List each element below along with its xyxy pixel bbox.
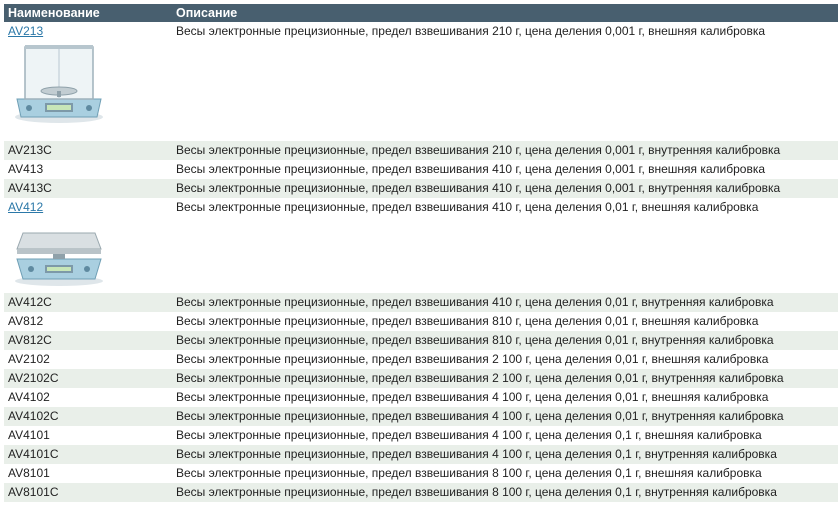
table-row: AV412 Весы электронные прецизионные, пре… bbox=[4, 198, 838, 293]
table-row: AV4102C Весы электронные прецизионные, п… bbox=[4, 407, 838, 426]
product-table: Наименование Описание AV213 Весы электро… bbox=[4, 4, 838, 502]
row-description: Весы электронные прецизионные, предел вз… bbox=[176, 409, 784, 423]
row-description: Весы электронные прецизионные, предел вз… bbox=[176, 485, 777, 499]
row-description: Весы электронные прецизионные, предел вз… bbox=[176, 295, 774, 309]
table-row: AV4102 Весы электронные прецизионные, пр… bbox=[4, 388, 838, 407]
row-description: Весы электронные прецизионные, предел вз… bbox=[176, 447, 777, 461]
table-row: AV812C Весы электронные прецизионные, пр… bbox=[4, 331, 838, 350]
row-description: Весы электронные прецизионные, предел вз… bbox=[176, 333, 774, 347]
row-name: AV2102C bbox=[8, 371, 59, 385]
row-description: Весы электронные прецизионные, предел вз… bbox=[176, 162, 766, 176]
row-name: AV413 bbox=[8, 162, 44, 176]
row-name: AV412C bbox=[8, 295, 52, 309]
row-description: Весы электронные прецизионные, предел вз… bbox=[176, 390, 769, 404]
row-description: Весы электронные прецизионные, предел вз… bbox=[176, 200, 759, 214]
row-description: Весы электронные прецизионные, предел вз… bbox=[176, 314, 759, 328]
table-row: AV2102 Весы электронные прецизионные, пр… bbox=[4, 350, 838, 369]
row-description: Весы электронные прецизионные, предел вз… bbox=[176, 466, 762, 480]
product-link-av412[interactable]: AV412 bbox=[8, 200, 43, 214]
row-name: AV4101C bbox=[8, 447, 59, 461]
row-name: AV413C bbox=[8, 181, 52, 195]
row-name: AV4102C bbox=[8, 409, 59, 423]
table-row: AV812 Весы электронные прецизионные, пре… bbox=[4, 312, 838, 331]
table-row: AV4101C Весы электронные прецизионные, п… bbox=[4, 445, 838, 464]
row-name: AV2102 bbox=[8, 352, 50, 366]
row-description: Весы электронные прецизионные, предел вз… bbox=[176, 352, 769, 366]
row-name: AV8101 bbox=[8, 466, 50, 480]
header-description: Описание bbox=[176, 6, 238, 20]
table-row: AV413 Весы электронные прецизионные, пре… bbox=[4, 160, 838, 179]
product-link-av213[interactable]: AV213 bbox=[8, 24, 43, 38]
table-row: AV413C Весы электронные прецизионные, пр… bbox=[4, 179, 838, 198]
balance-with-draft-shield-image[interactable] bbox=[9, 43, 107, 125]
row-description: Весы электронные прецизионные, предел вз… bbox=[176, 181, 781, 195]
header-name: Наименование bbox=[8, 6, 100, 20]
table-row: AV213 Весы электронные прецизионные, пре… bbox=[4, 22, 838, 141]
table-row: AV8101 Весы электронные прецизионные, пр… bbox=[4, 464, 838, 483]
row-description: Весы электронные прецизионные, предел вз… bbox=[176, 143, 781, 157]
table-row: AV8101C Весы электронные прецизионные, п… bbox=[4, 483, 838, 502]
precision-balance-image[interactable] bbox=[9, 219, 107, 287]
row-description: Весы электронные прецизионные, предел вз… bbox=[176, 428, 762, 442]
row-name: AV8101C bbox=[8, 485, 59, 499]
row-name: AV812 bbox=[8, 314, 44, 328]
row-name: AV213C bbox=[8, 143, 52, 157]
row-name: AV4101 bbox=[8, 428, 50, 442]
table-row: AV2102C Весы электронные прецизионные, п… bbox=[4, 369, 838, 388]
table-row: AV213C Весы электронные прецизионные, пр… bbox=[4, 141, 838, 160]
row-description: Весы электронные прецизионные, предел вз… bbox=[176, 24, 766, 38]
table-row: AV4101 Весы электронные прецизионные, пр… bbox=[4, 426, 838, 445]
table-header: Наименование Описание bbox=[4, 4, 838, 22]
table-row: AV412C Весы электронные прецизионные, пр… bbox=[4, 293, 838, 312]
row-description: Весы электронные прецизионные, предел вз… bbox=[176, 371, 784, 385]
row-name: AV812C bbox=[8, 333, 52, 347]
row-name: AV4102 bbox=[8, 390, 50, 404]
